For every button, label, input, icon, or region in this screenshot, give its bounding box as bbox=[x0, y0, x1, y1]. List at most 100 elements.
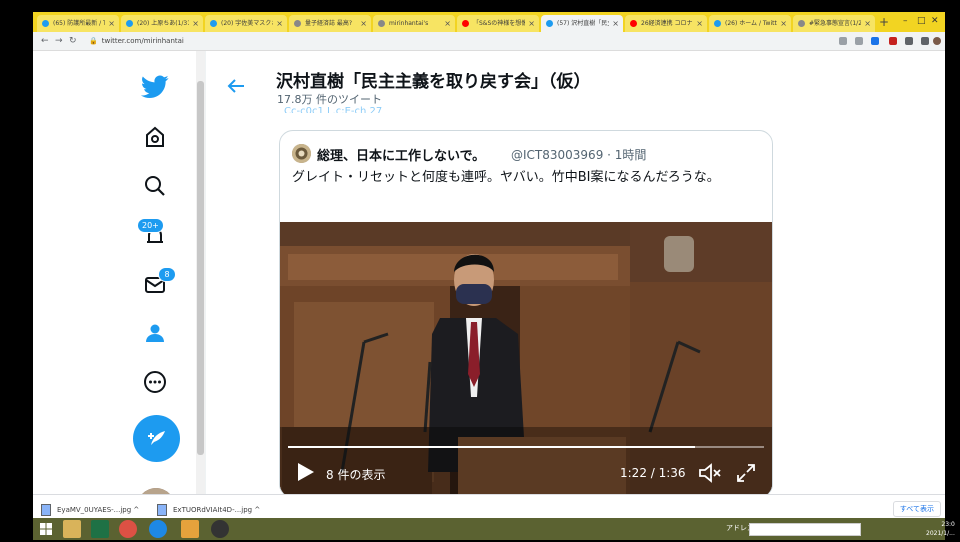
tweet-count: 17.8万 件のツイート bbox=[277, 93, 382, 106]
tab-title: (65) 防護所最新 / Twitter bbox=[53, 20, 105, 27]
download-item-2[interactable]: ExTUORdVIAIt4D-...jpg ^ bbox=[157, 503, 260, 517]
tab-close-icon[interactable]: × bbox=[444, 15, 451, 32]
browser-tab[interactable]: 26経済連携 コロナ... × bbox=[625, 15, 707, 32]
tab-close-icon[interactable]: × bbox=[780, 15, 787, 32]
tab-close-icon[interactable]: × bbox=[612, 15, 619, 32]
clipped-text: Cc-c0c1 L.c:E-ch 27 bbox=[284, 106, 383, 113]
compose-tweet-icon bbox=[147, 430, 165, 445]
twitter-favicon-icon bbox=[210, 20, 217, 27]
youtube-favicon-icon bbox=[630, 20, 637, 27]
quoted-author-handle[interactable]: @ICT83003969 · 1時間 bbox=[511, 146, 646, 163]
browser-tab[interactable]: (57) 沢村直樹「民主...× bbox=[541, 15, 623, 32]
compose-tweet-button[interactable] bbox=[133, 415, 180, 462]
app-icon[interactable] bbox=[211, 520, 229, 538]
generic-favicon-icon bbox=[798, 20, 805, 27]
chrome-icon[interactable] bbox=[119, 520, 137, 538]
url-text: twitter.com/mirinhantai bbox=[101, 37, 184, 45]
extensions-puzzle-icon[interactable] bbox=[905, 37, 913, 45]
explore-icon[interactable] bbox=[139, 170, 171, 202]
tab-close-icon[interactable]: × bbox=[360, 15, 367, 32]
browser-tab[interactable]: (65) 防護所最新 / Twitter× bbox=[37, 15, 119, 32]
new-tab-button[interactable]: + bbox=[879, 14, 889, 30]
download-item-1[interactable]: EyaMV_0UYAES-...jpg ^ bbox=[41, 503, 139, 517]
windows-start-icon[interactable] bbox=[37, 520, 55, 538]
twitter-favicon-icon bbox=[126, 20, 133, 27]
play-icon[interactable] bbox=[294, 461, 316, 483]
left-navigation: 20+ 8 bbox=[33, 51, 196, 524]
back-arrow-icon[interactable] bbox=[226, 76, 246, 96]
video-player[interactable]: 8 件の表示 1:22 / 1:36 bbox=[280, 222, 772, 497]
tab-close-icon[interactable]: × bbox=[276, 15, 283, 32]
reload-icon[interactable]: ↻ bbox=[69, 34, 77, 48]
bookmark-star-icon[interactable] bbox=[871, 37, 879, 45]
address-bar: ← → ↻ 🔒 twitter.com/mirinhantai bbox=[33, 32, 945, 51]
tab-title: 「S&Sの神様を想像... bbox=[473, 20, 525, 27]
browser-tab[interactable]: 「S&Sの神様を想像...× bbox=[457, 15, 539, 32]
scrollbar-thumb[interactable] bbox=[197, 81, 204, 455]
extension-icon[interactable] bbox=[889, 37, 897, 45]
right-sidebar bbox=[788, 51, 945, 494]
image-file-icon bbox=[157, 504, 167, 516]
video-progress-fill bbox=[288, 446, 695, 448]
taskbar-address-input[interactable] bbox=[749, 523, 861, 536]
profile-icon[interactable] bbox=[139, 317, 171, 349]
video-view-count: 8 件の表示 bbox=[326, 468, 386, 482]
page-title: 沢村直樹「民主主義を取り戻す会」（仮） bbox=[276, 72, 591, 92]
tab-title: 26経済連携 コロナ... bbox=[641, 20, 693, 27]
tab-title: mirinhantai's bbox=[389, 20, 429, 27]
excel-icon[interactable] bbox=[91, 520, 109, 538]
generic-favicon-icon bbox=[378, 20, 385, 27]
chevron-up-icon[interactable]: ^ bbox=[254, 506, 260, 514]
tab-title: 量子経済誌 最高? bbox=[305, 20, 353, 27]
browser-window: + – □ ✕ ← → ↻ 🔒twitter.com/mirinhantai bbox=[33, 12, 945, 524]
lock-icon: 🔒 bbox=[89, 37, 98, 45]
quoted-tweet-card[interactable]: 総理、日本に工作しないで。 @ICT83003969 · 1時間 グレイト・リセ… bbox=[279, 130, 773, 498]
file-explorer-icon[interactable] bbox=[63, 520, 81, 538]
tab-title: (20) 宇佐美マスクさん... bbox=[221, 20, 273, 27]
generic-favicon-icon bbox=[294, 20, 301, 27]
fullscreen-icon[interactable] bbox=[735, 462, 757, 484]
browser-tab[interactable]: 量子経済誌 最高? × bbox=[289, 15, 371, 32]
taskbar-clock[interactable]: 23:0 2021/1/... bbox=[926, 520, 955, 538]
tab-close-icon[interactable]: × bbox=[192, 15, 199, 32]
minimize-button[interactable]: – bbox=[903, 14, 908, 28]
windows-taskbar: アドレス 23:0 2021/1/... bbox=[33, 518, 955, 540]
edge-icon[interactable] bbox=[149, 520, 167, 538]
close-window-button[interactable]: ✕ bbox=[931, 14, 939, 28]
volume-icon[interactable] bbox=[698, 462, 722, 484]
forward-nav-icon[interactable]: → bbox=[55, 34, 63, 48]
tab-title: (57) 沢村直樹「民主... bbox=[557, 20, 609, 27]
maximize-button[interactable]: □ bbox=[917, 14, 926, 28]
quoted-author-name[interactable]: 総理、日本に工作しないで。 bbox=[317, 145, 485, 164]
url-field[interactable]: 🔒 twitter.com/mirinhantai bbox=[89, 34, 184, 48]
browser-tab[interactable]: (20) 宇佐美マスクさん...× bbox=[205, 15, 287, 32]
messages-badge: 8 bbox=[158, 267, 176, 282]
twitter-logo-icon[interactable] bbox=[139, 71, 171, 103]
twitter-favicon-icon bbox=[714, 20, 721, 27]
browser-tab[interactable]: mirinhantai's × bbox=[373, 15, 455, 32]
browser-tab[interactable]: #緊急事態宣言(1/2...× bbox=[793, 15, 875, 32]
profile-header: 沢村直樹「民主主義を取り戻す会」（仮） 17.8万 件のツイート Cc-c0c1… bbox=[206, 51, 788, 113]
show-all-downloads-button[interactable]: すべて表示 bbox=[892, 501, 941, 517]
browser-tab[interactable]: (20) 上原ちあ(1/31の...× bbox=[121, 15, 203, 32]
tab-close-icon[interactable]: × bbox=[528, 15, 535, 32]
home-icon[interactable] bbox=[139, 121, 171, 153]
tab-title: #緊急事態宣言(1/2... bbox=[809, 20, 861, 27]
translate-icon[interactable] bbox=[839, 37, 847, 45]
tab-close-icon[interactable]: × bbox=[696, 15, 703, 32]
video-progress-track[interactable] bbox=[288, 446, 764, 448]
account-avatar-icon[interactable] bbox=[933, 37, 941, 45]
zoom-icon[interactable] bbox=[855, 37, 863, 45]
media-player-icon[interactable] bbox=[181, 520, 199, 538]
menu-icon[interactable] bbox=[921, 37, 929, 45]
tab-close-icon[interactable]: × bbox=[108, 15, 115, 32]
tab-close-icon[interactable]: × bbox=[864, 15, 871, 32]
chevron-up-icon[interactable]: ^ bbox=[133, 506, 139, 514]
notifications-badge: 20+ bbox=[137, 218, 164, 233]
browser-tab[interactable]: (26) ホーム / Twitter× bbox=[709, 15, 791, 32]
quoted-author-avatar[interactable] bbox=[292, 144, 311, 163]
more-icon[interactable] bbox=[139, 366, 171, 398]
quoted-tweet-text: グレイト・リセットと何度も連呼。ヤバい。竹中BI案になるんだろうな。 bbox=[292, 170, 720, 185]
back-nav-icon[interactable]: ← bbox=[41, 34, 49, 48]
twitter-favicon-icon bbox=[42, 20, 49, 27]
